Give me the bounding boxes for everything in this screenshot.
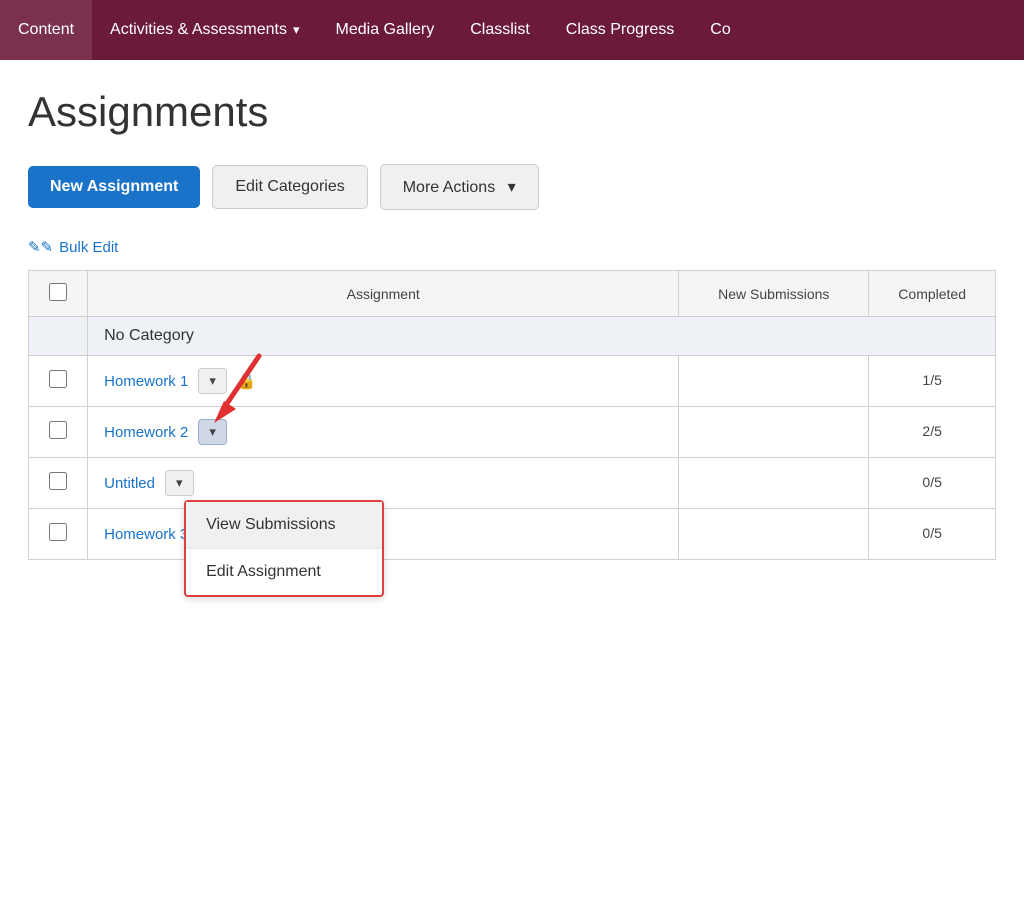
page-title: Assignments (28, 88, 996, 136)
row3-checkbox[interactable] (49, 472, 67, 490)
select-all-checkbox[interactable] (49, 283, 67, 301)
view-submissions-menu-item[interactable]: View Submissions (186, 502, 382, 549)
nav-classlist[interactable]: Classlist (452, 0, 548, 60)
homework1-lock-icon: 🔒 (237, 371, 257, 391)
nav-activities-chevron-icon: ▾ (293, 22, 300, 38)
row1-checkbox-cell (29, 356, 88, 407)
homework2-dropdown-button[interactable]: ▾ (198, 419, 227, 445)
row3-completed: 0/5 (869, 458, 996, 509)
navigation-bar: Content Activities & Assessments ▾ Media… (0, 0, 1024, 60)
row2-checkbox-cell (29, 407, 88, 458)
row3-assignment-cell: Untitled ▾ View Submissions Edit Assignm… (88, 458, 679, 509)
row4-new-submissions (679, 509, 869, 560)
nav-activities-assessments[interactable]: Activities & Assessments ▾ (92, 0, 317, 60)
row3-new-submissions (679, 458, 869, 509)
table-row: Homework 3 ▾ 0/5 (29, 509, 996, 560)
toolbar: New Assignment Edit Categories More Acti… (28, 164, 996, 210)
row4-checkbox-cell (29, 509, 88, 560)
homework1-dropdown-button[interactable]: ▾ (198, 368, 227, 394)
new-submissions-column-header: New Submissions (679, 271, 869, 317)
select-all-header (29, 271, 88, 317)
assignment-dropdown-menu: View Submissions Edit Assignment (184, 500, 384, 597)
table-row: Homework 1 ▾ 🔒 1/5 (29, 356, 996, 407)
row3-checkbox-cell (29, 458, 88, 509)
nav-media-gallery[interactable]: Media Gallery (318, 0, 453, 60)
bulk-edit-link[interactable]: ✎✎ Bulk Edit (28, 238, 118, 256)
row1-assignment-cell: Homework 1 ▾ 🔒 (88, 356, 679, 407)
assignment-column-header: Assignment (88, 271, 679, 317)
table-row: Homework 2 ▾ (29, 407, 996, 458)
bulk-edit-pencil-icon: ✎✎ (28, 238, 53, 256)
table-row: Untitled ▾ View Submissions Edit Assignm… (29, 458, 996, 509)
nav-class-progress[interactable]: Class Progress (548, 0, 692, 60)
homework3-link[interactable]: Homework 3 (104, 526, 188, 543)
more-actions-button[interactable]: More Actions ▾ (380, 164, 539, 210)
homework1-chevron-icon: ▾ (209, 373, 216, 389)
row1-checkbox[interactable] (49, 370, 67, 388)
nav-co[interactable]: Co (692, 0, 748, 60)
untitled-chevron-icon: ▾ (176, 475, 183, 491)
assignments-table: Assignment New Submissions Completed No … (28, 270, 996, 560)
bulk-edit-row: ✎✎ Bulk Edit (28, 238, 996, 256)
row4-completed: 0/5 (869, 509, 996, 560)
row1-new-submissions (679, 356, 869, 407)
row2-assignment-cell: Homework 2 ▾ (88, 407, 679, 458)
edit-categories-button[interactable]: Edit Categories (212, 165, 367, 209)
row2-completed: 2/5 (869, 407, 996, 458)
row2-new-submissions (679, 407, 869, 458)
category-row: No Category (29, 317, 996, 356)
nav-content[interactable]: Content (0, 0, 92, 60)
edit-assignment-menu-item[interactable]: Edit Assignment (186, 549, 382, 595)
category-name: No Category (88, 317, 996, 356)
homework2-link[interactable]: Homework 2 (104, 424, 188, 441)
more-actions-chevron-icon: ▾ (508, 179, 516, 196)
category-checkbox-cell (29, 317, 88, 356)
completed-column-header: Completed (869, 271, 996, 317)
homework2-chevron-icon: ▾ (209, 424, 216, 440)
row4-checkbox[interactable] (49, 523, 67, 541)
untitled-dropdown-button[interactable]: ▾ (165, 470, 194, 496)
homework1-link[interactable]: Homework 1 (104, 373, 188, 390)
row2-checkbox[interactable] (49, 421, 67, 439)
row1-completed: 1/5 (869, 356, 996, 407)
untitled-link[interactable]: Untitled (104, 475, 155, 492)
new-assignment-button[interactable]: New Assignment (28, 166, 200, 208)
